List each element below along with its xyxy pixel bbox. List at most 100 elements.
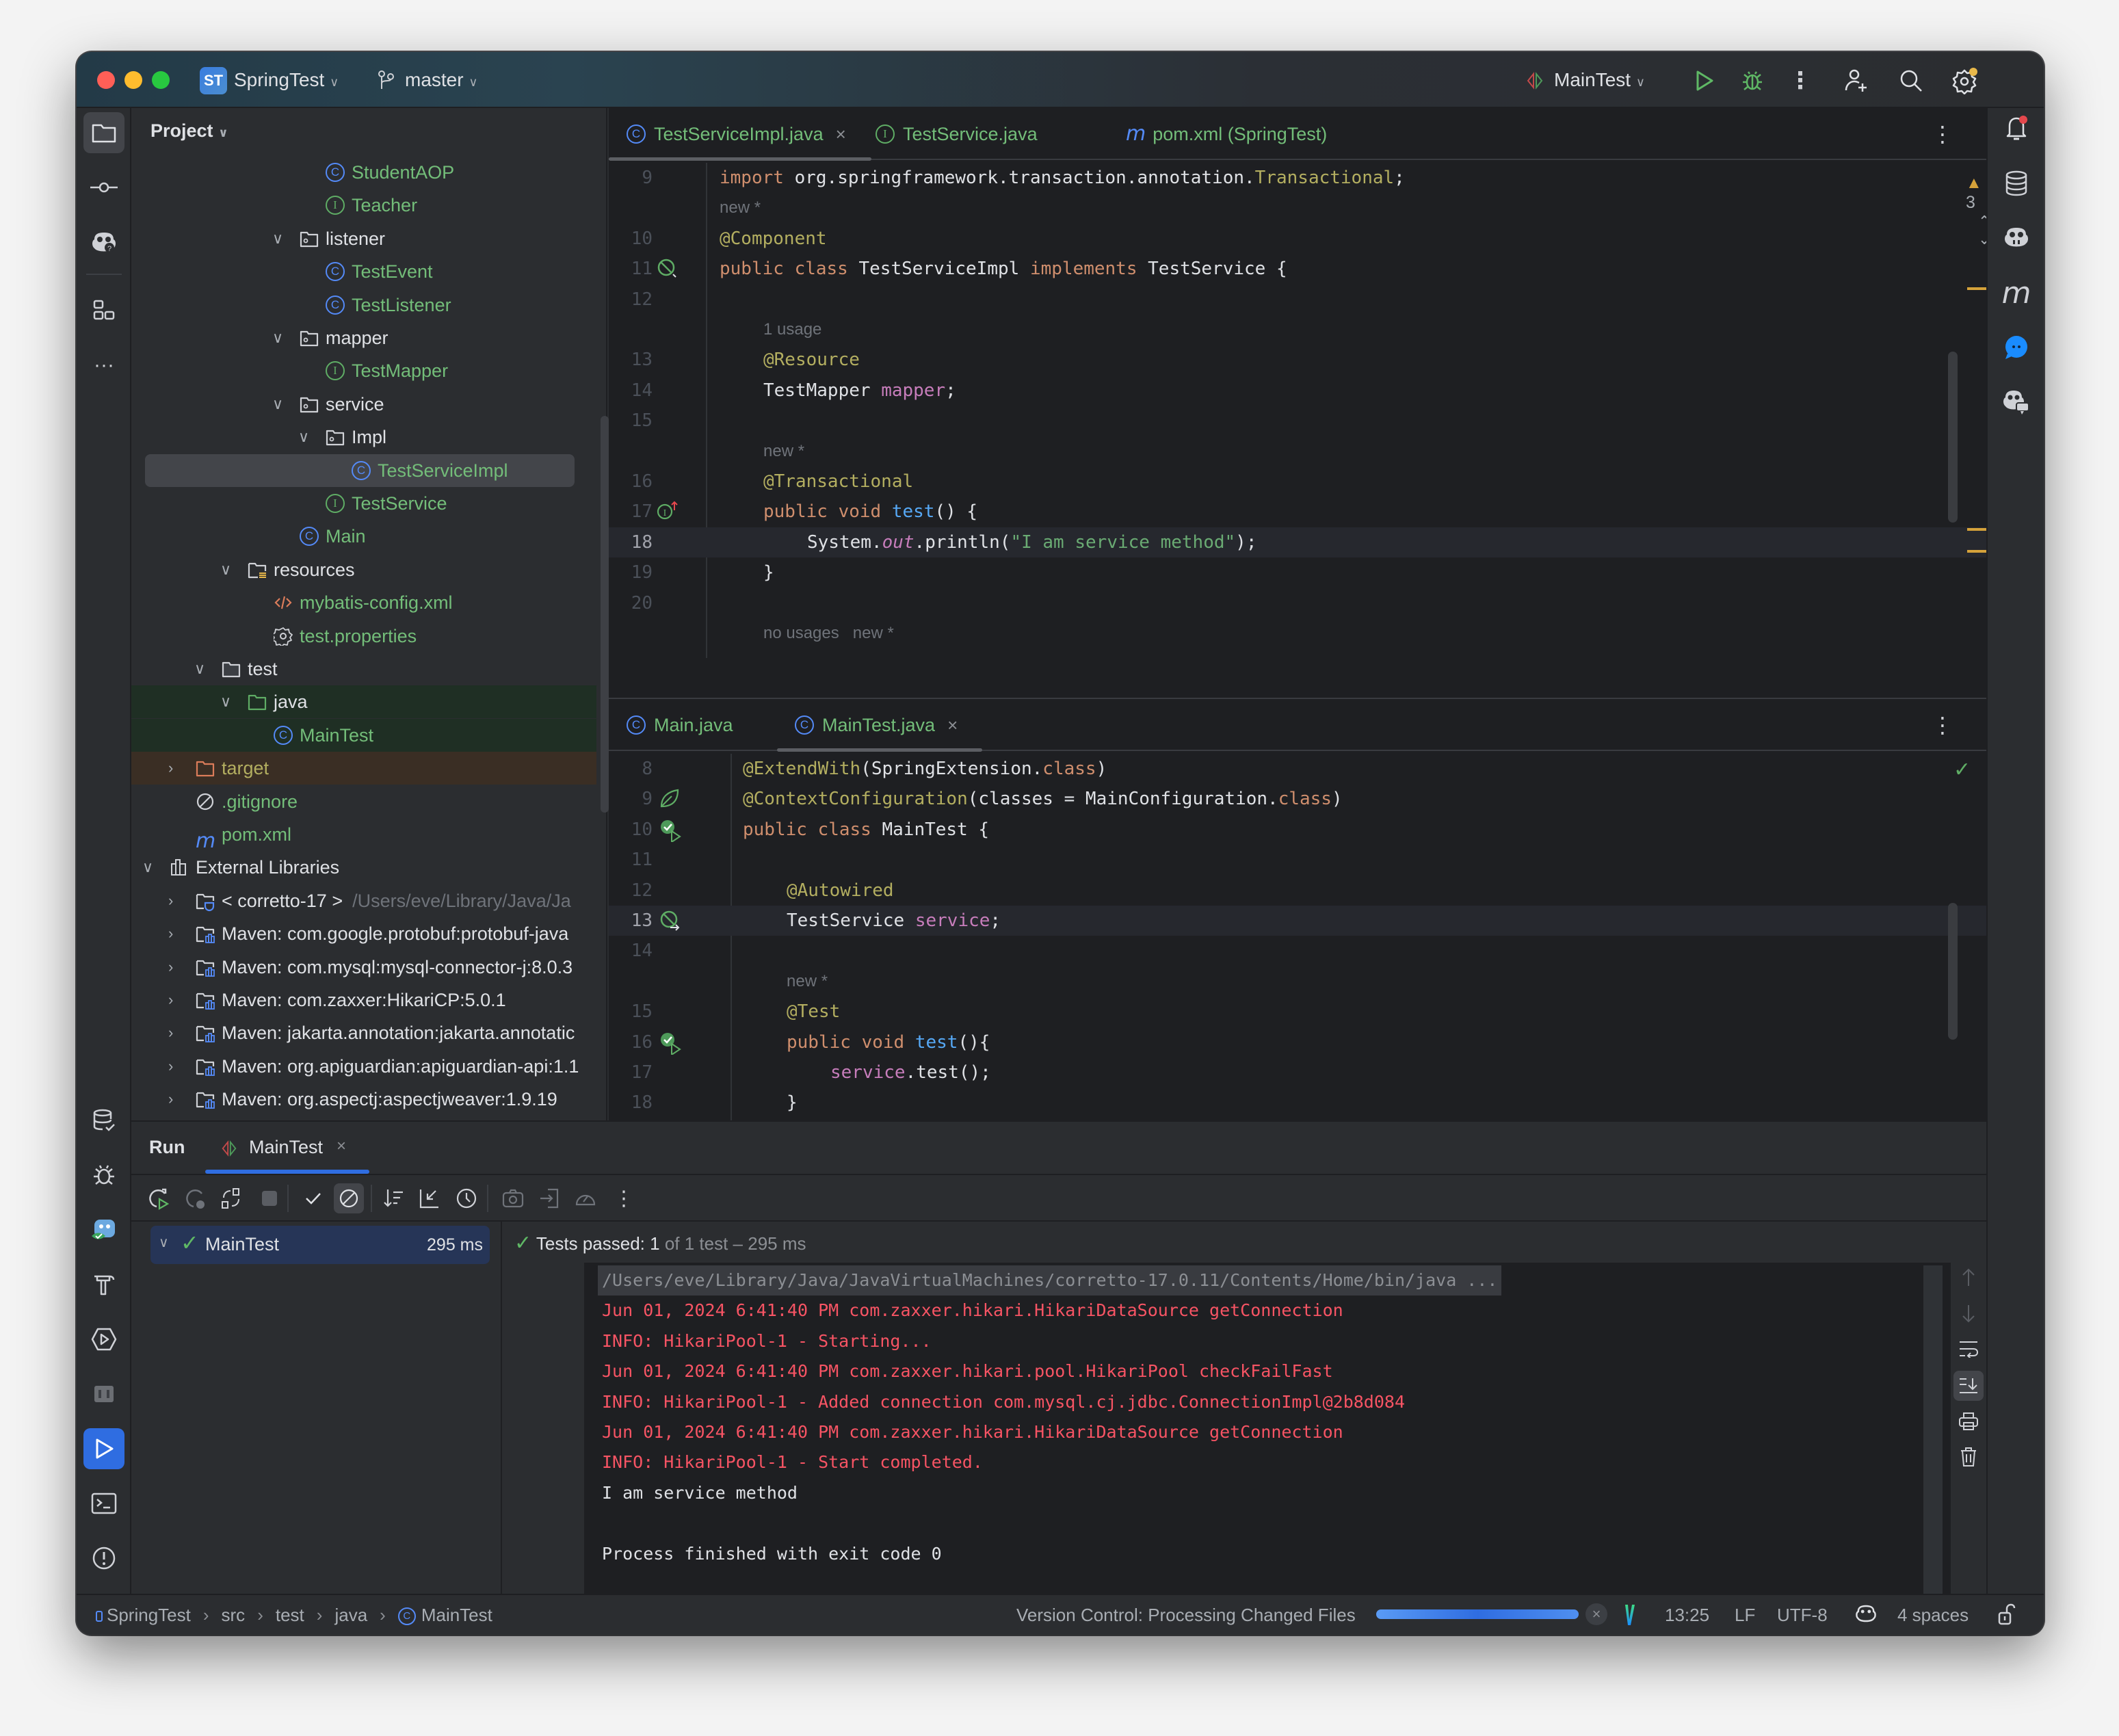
editor-tab[interactable]: I TestService.java [876,108,1038,160]
collapse-button[interactable] [414,1183,445,1213]
minimize-window-button[interactable] [124,71,142,89]
chevron-right-icon[interactable]: › [168,1083,173,1116]
tree-item[interactable]: I TestService [131,487,596,520]
chevron-right-icon[interactable]: › [168,917,173,950]
history-button[interactable] [451,1183,482,1213]
line-number[interactable]: 10 [609,815,653,845]
console-output[interactable]: /Users/eve/Library/Java/JavaVirtualMachi… [584,1263,1986,1595]
tree-item[interactable]: › < corretto-17 >/Users/eve/Library/Java/… [131,884,596,917]
debug-icon[interactable] [1739,67,1766,94]
rerun-failed-button[interactable] [181,1183,211,1213]
test-passed-icon[interactable] [659,819,683,842]
tree-item[interactable]: ∨ java [131,685,596,719]
chevron-right-icon[interactable]: › [168,752,173,785]
breadcrumb-item[interactable]: src [222,1595,246,1635]
line-number[interactable]: 16 [609,1027,653,1057]
warning-marker[interactable] [1967,287,1986,290]
chevron-down-icon[interactable]: ∨ [272,222,283,255]
chat-button[interactable] [1996,327,2037,368]
inlay-hint-text[interactable]: no usages new * [763,618,894,648]
chevron-down-icon[interactable]: ∨ [272,321,283,354]
tree-item[interactable]: C TestListener [131,289,596,321]
tree-item[interactable]: › Maven: com.zaxxer:HikariCP:5.0.1 [131,984,596,1016]
tree-item[interactable]: C Main [131,520,596,553]
warning-marker[interactable] [1967,550,1986,553]
tree-item[interactable]: ∨ Impl [131,421,596,453]
tree-item[interactable]: ∨ mapper [131,321,596,354]
copilot-tool-button[interactable]: ? [83,222,124,263]
line-number[interactable]: 17 [609,497,653,527]
line-number[interactable]: 20 [609,588,653,618]
tree-item[interactable]: ∨ test [131,653,596,685]
tree-item[interactable]: ∨ resources [131,553,596,586]
chevron-right-icon[interactable]: › [168,1050,173,1083]
project-tree-scrollbar[interactable] [601,416,609,813]
tree-item[interactable]: ∨ External Libraries [131,851,596,884]
line-number[interactable]: 12 [609,876,653,906]
rerun-button[interactable] [144,1183,174,1213]
search-icon[interactable] [1896,66,1926,96]
profiler-tool-button[interactable] [83,1373,124,1415]
notifications-button[interactable] [1996,108,2037,149]
editor-tab[interactable]: C Main.java [627,699,733,751]
console-scrollbar-track[interactable] [1923,1265,1943,1595]
project-switcher[interactable]: SpringTest ∨ [234,66,339,96]
inlay-hint[interactable]: new * [609,193,1986,223]
more-button[interactable]: ⋮ [609,1183,639,1213]
tree-item[interactable]: m pom.xml [131,818,596,851]
line-number[interactable]: 8 [609,754,653,784]
line-number[interactable]: 11 [609,254,653,284]
breadcrumb-item[interactable]: test [276,1595,304,1635]
stop-button[interactable] [254,1183,285,1213]
inlay-hint[interactable]: 1 usage [609,315,1986,345]
inlay-hint-text[interactable]: new * [763,436,804,466]
line-number[interactable]: 18 [609,527,653,557]
branch-switcher[interactable]: master ∨ [405,66,478,96]
more-tools-button[interactable]: ··· [83,345,124,386]
line-number[interactable]: 12 [609,285,653,315]
add-user-icon[interactable] [1841,66,1871,96]
close-window-button[interactable] [97,71,115,89]
breadcrumb-item[interactable]: C MainTest [397,1595,492,1635]
tree-item[interactable]: › Maven: com.mysql:mysql-connector-j:8.0.… [131,951,596,984]
line-number[interactable]: 9 [609,784,653,814]
tree-item[interactable]: I Teacher [131,189,596,222]
test-passed-icon[interactable] [659,1031,683,1055]
line-number[interactable]: 16 [609,466,653,497]
debug-tool-button[interactable] [83,1155,124,1196]
chevron-down-icon[interactable]: ∨ [220,553,231,586]
line-number[interactable]: 15 [609,997,653,1027]
breadcrumb-item[interactable]: SpringTest [96,1595,191,1635]
more-icon[interactable]: ⋮ [1787,67,1814,94]
database-tool-button[interactable] [83,1100,124,1141]
cancel-task-icon[interactable]: × [1585,1603,1607,1625]
implements-icon[interactable]: I [657,501,680,521]
tree-item[interactable]: C TestServiceImpl [145,453,575,487]
warning-marker[interactable] [1967,528,1986,531]
tree-item[interactable]: test.properties [131,620,596,653]
tree-item[interactable]: › Maven: jakarta.annotation:jakarta.annot… [131,1016,596,1049]
copilot-button[interactable] [1996,218,2037,259]
chevron-down-icon[interactable]: ∨ [298,421,309,453]
chevron-right-icon[interactable]: › [168,951,173,984]
inlay-hint-text[interactable]: new * [787,966,828,997]
settings-icon[interactable] [1949,66,1979,96]
show-ignored-button[interactable] [334,1183,364,1213]
build-tool-button[interactable] [83,1264,124,1305]
tree-item[interactable]: › Maven: com.google.protobuf:protobuf-jav… [131,917,596,950]
breadcrumb-item[interactable]: java [334,1595,367,1635]
soft-wrap-button[interactable] [1953,1334,1984,1364]
tree-item[interactable]: C MainTest [131,718,596,752]
maven-button[interactable]: m [1996,272,2037,313]
line-number[interactable]: 13 [609,345,653,375]
chevron-down-icon[interactable]: ∨ [272,388,283,421]
indent-setting[interactable]: 4 spaces [1897,1595,1969,1635]
structure-tool-button[interactable] [83,290,124,331]
tree-item[interactable]: ∨ service [131,388,596,421]
sort-button[interactable] [379,1183,409,1213]
project-badge[interactable]: ST [200,67,227,94]
plugin-tool-button[interactable] [83,1209,124,1250]
editor-bottom-scrollbar[interactable] [1948,903,1958,1040]
inlay-hint[interactable]: new * [609,436,1986,466]
more-icon[interactable]: ⋮ [1929,120,1956,148]
